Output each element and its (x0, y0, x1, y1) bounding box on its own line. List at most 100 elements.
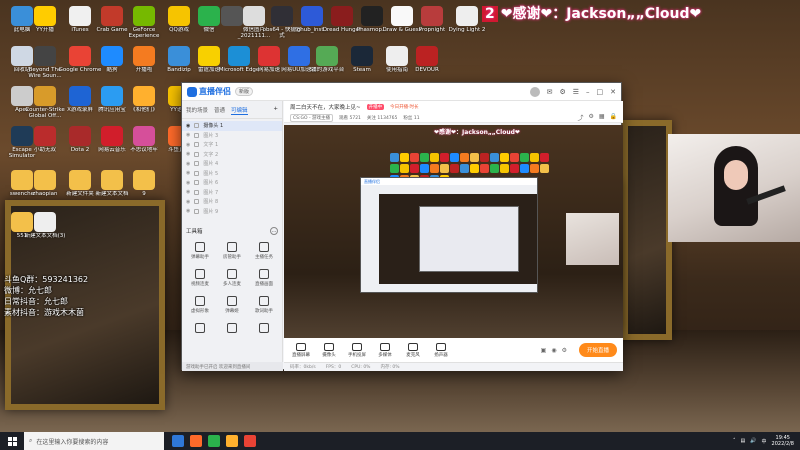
eye-icon[interactable]: ◉ (186, 123, 190, 129)
preview-desktop-icon (480, 164, 489, 173)
streaming-app-window[interactable]: 直播伴侣 新版 ✉ ⚙ ☰ – □ ✕ 我的场景 普通 可编辑 + ◉ 摄像头 1… (181, 82, 623, 371)
tool-icon (227, 242, 237, 252)
tool-button[interactable] (216, 323, 248, 335)
source-control-button[interactable]: 扬声器 (430, 342, 452, 358)
tool-icon (195, 296, 205, 306)
taskbar-clock[interactable]: 19:45 2022/2/8 (772, 435, 794, 447)
source-control-button[interactable]: 麦克风 (402, 342, 424, 358)
app-icon (316, 46, 338, 66)
eye-icon[interactable]: ◉ (186, 170, 190, 176)
gear-icon[interactable]: ⚙ (562, 347, 567, 354)
source-control-button[interactable]: 手机投屏 (346, 342, 368, 358)
scene-item[interactable]: ◉ 摄像头 1 (182, 121, 282, 131)
scene-list: ◉ 摄像头 1 ◉ 图片 3 ◉ 文字 1 ◉ 文字 2 ◉ 图片 4 ◉ 图片 5 ◉ 图片 6 ◉ 图片 … (182, 119, 282, 218)
minimize-icon[interactable]: – (586, 88, 590, 96)
tool-button[interactable]: 视频连麦 (184, 269, 216, 287)
network-icon[interactable]: ▤ (741, 438, 746, 444)
source-control-button[interactable]: 摄像头 (318, 342, 340, 358)
scene-item[interactable]: ◉ 文字 2 (182, 150, 282, 160)
eye-icon[interactable]: ◉ (186, 180, 190, 186)
eye-icon[interactable]: ◉ (186, 151, 190, 157)
chevron-up-icon[interactable]: ˄ (733, 438, 736, 444)
source-control-button[interactable]: 多媒体 (374, 342, 396, 358)
preview-desktop-icon (450, 164, 459, 173)
gear-icon[interactable]: ⚙ (559, 88, 565, 96)
taskbar-app-icon[interactable] (226, 435, 238, 447)
taskbar-app-icon[interactable] (208, 435, 220, 447)
scene-item[interactable]: ◉ 图片 8 (182, 197, 282, 207)
tool-button[interactable]: 多人连麦 (216, 269, 248, 287)
taskbar-app-icon[interactable] (172, 435, 184, 447)
volume-icon[interactable]: 🔊 (750, 438, 756, 444)
tool-button[interactable]: 弹幕助手 (184, 242, 216, 260)
app-icon (69, 86, 91, 106)
search-input[interactable]: 在这里输入你要搜索的内容 (36, 437, 108, 446)
share-icon[interactable]: ⤴ (577, 113, 583, 122)
room-title[interactable]: 周二白天不在，大家晚上见~ (290, 103, 361, 111)
tab-normal[interactable]: 普通 (214, 106, 225, 115)
tool-button[interactable]: 房管助手 (216, 242, 248, 260)
close-icon[interactable]: ✕ (610, 88, 616, 96)
version-badge[interactable]: 新版 (235, 87, 254, 96)
preview-webcam (566, 213, 619, 265)
scene-item[interactable]: ◉ 图片 4 (182, 159, 282, 169)
eye-icon[interactable]: ◉ (186, 161, 190, 167)
more-icon[interactable]: … (270, 227, 278, 235)
scene-item[interactable]: ◉ 图片 5 (182, 169, 282, 179)
scene-panel: 我的场景 普通 可编辑 + ◉ 摄像头 1 ◉ 图片 3 ◉ 文字 1 ◉ 文字 2 ◉ 图片 4… (182, 101, 283, 371)
eye-icon[interactable]: ◉ (186, 132, 190, 138)
app-icon (133, 46, 155, 66)
menu-icon[interactable]: ☰ (573, 88, 579, 96)
scene-item[interactable]: ◉ 文字 1 (182, 140, 282, 150)
scene-item[interactable]: ◉ 图片 3 (182, 131, 282, 141)
app-titlebar[interactable]: 直播伴侣 新版 ✉ ⚙ ☰ – □ ✕ (182, 83, 621, 101)
desktop-icon[interactable]: DEVOUR (405, 46, 449, 84)
taskbar-search[interactable]: ⌕ 在这里输入你要搜索的内容 (24, 432, 164, 450)
scene-item[interactable]: ◉ 图片 7 (182, 188, 282, 198)
desktop-icon[interactable]: 551 (0, 212, 44, 250)
app-icon (101, 46, 123, 66)
tool-button[interactable]: 弹幕姬 (216, 296, 248, 314)
tool-button[interactable]: 直播画面 (248, 269, 280, 287)
eye-icon[interactable]: ◉ (186, 189, 190, 195)
eye-icon[interactable]: ◉ (551, 347, 556, 354)
tool-button[interactable]: 歌词助手 (248, 296, 280, 314)
eye-icon[interactable]: ◉ (186, 142, 190, 148)
avatar[interactable] (529, 86, 540, 97)
system-tray: ˄ ▤ 🔊 中 19:45 2022/2/8 (733, 435, 800, 447)
camera-icon[interactable]: ▣ (541, 347, 547, 354)
scene-item-label: 图片 3 (203, 132, 219, 139)
eye-icon[interactable]: ◉ (186, 199, 190, 205)
desktop-icon[interactable]: 9 (122, 170, 166, 208)
preview-desktop-icon (450, 153, 459, 162)
settings-icon[interactable]: ⚙ (588, 113, 593, 122)
app-icon (34, 126, 56, 146)
stream-preview[interactable]: ❤感谢❤：Jackson„„Cloud❤ 直播伴侣 (284, 125, 623, 338)
scene-item[interactable]: ◉ 图片 6 (182, 178, 282, 188)
tool-button[interactable]: 主播任务 (248, 242, 280, 260)
scene-item[interactable]: ◉ 图片 9 (182, 207, 282, 217)
ime-icon[interactable]: 中 (762, 438, 767, 445)
lock-icon[interactable]: 🔒 (610, 113, 617, 122)
tool-icon (195, 269, 205, 279)
start-live-button[interactable]: 开始直播 (578, 343, 617, 357)
eye-icon[interactable]: ◉ (186, 208, 190, 214)
preview-desktop-icon (530, 164, 539, 173)
source-control-button[interactable]: 直播屏幕 (290, 342, 312, 358)
taskbar-app-icon[interactable] (190, 435, 202, 447)
taskbar-app-icon[interactable] (244, 435, 256, 447)
add-scene-icon[interactable]: + (273, 106, 278, 115)
tool-button[interactable] (184, 323, 216, 335)
maximize-icon[interactable]: □ (597, 88, 604, 96)
main-area: 周二白天不在，大家晚上见~ 开播中 今日开播·时长 CS:GO - 游戏主播 观… (284, 101, 623, 371)
grid-icon[interactable]: ▦ (599, 113, 605, 122)
app-icon (133, 126, 155, 146)
info-line: 斗鱼Q群：593241362 (4, 275, 89, 284)
tab-editable[interactable]: 可编辑 (231, 106, 248, 115)
mail-icon[interactable]: ✉ (547, 88, 553, 96)
category-selector[interactable]: CS:GO - 游戏主播 (290, 113, 334, 122)
tool-button[interactable] (248, 323, 280, 335)
start-button[interactable] (0, 432, 24, 450)
tool-button[interactable]: 虚拟形象 (184, 296, 216, 314)
tab-my-scenes[interactable]: 我的场景 (186, 106, 208, 115)
